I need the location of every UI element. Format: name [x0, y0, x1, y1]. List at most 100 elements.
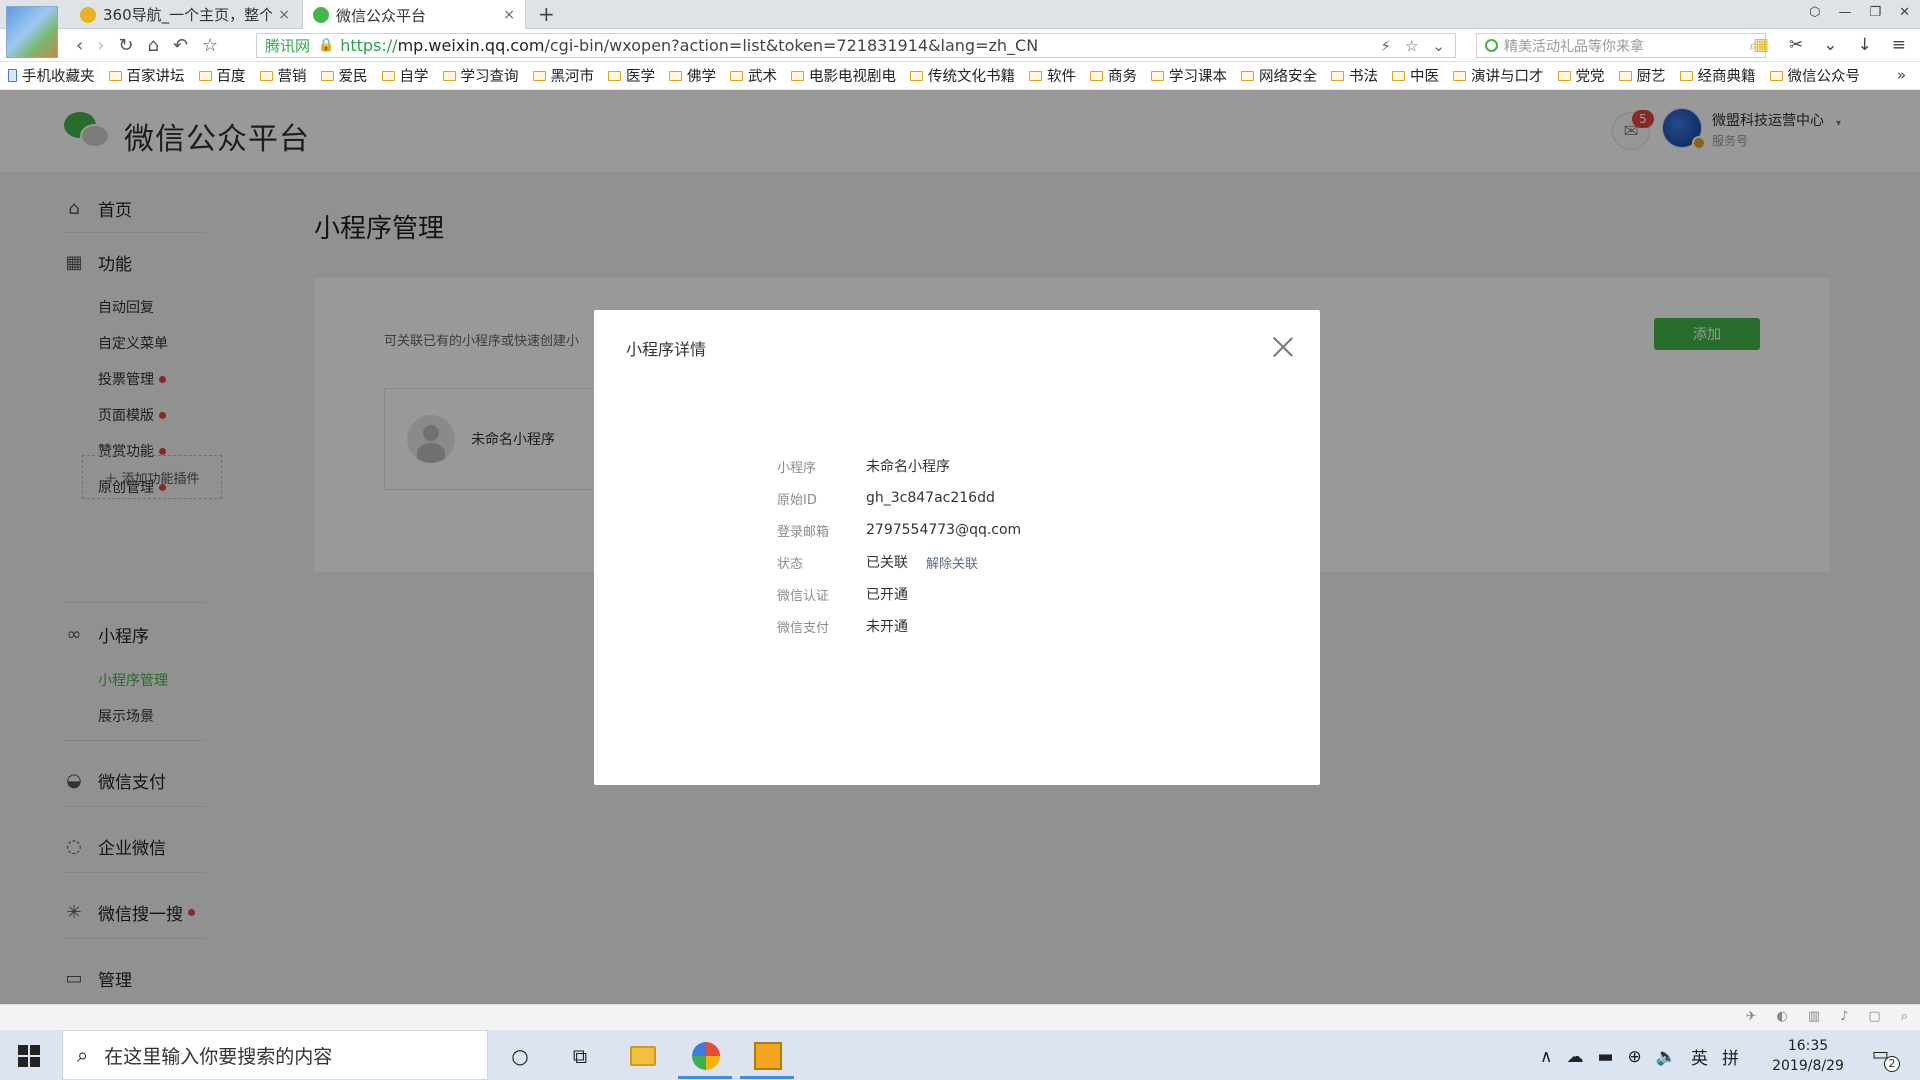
detail-value: 2797554773@qq.com [866, 522, 1022, 538]
folder-icon [730, 70, 743, 81]
undo-close-icon[interactable]: ↶ [173, 35, 188, 56]
folder-icon [1769, 70, 1783, 81]
bookmark-label: 佛学 [687, 69, 716, 85]
volume-icon[interactable]: 🔈 [1656, 1047, 1677, 1067]
bookmark-item[interactable]: 学习课本 [1151, 65, 1227, 86]
clear-icon[interactable]: ▥ [1808, 1009, 1820, 1024]
navigation-buttons: ‹ › ↻ ⌂ ↶ ☆ [76, 35, 218, 56]
new-tab-button[interactable]: + [538, 2, 555, 26]
tab-close-icon[interactable]: × [503, 7, 515, 23]
bookmark-item[interactable]: 电影电视剧电 [791, 65, 896, 86]
bookmark-item[interactable]: 百度 [198, 65, 246, 86]
bookmark-item[interactable]: 书法 [1331, 65, 1378, 86]
windows-start-icon[interactable] [18, 1045, 40, 1067]
reload-icon[interactable]: ↻ [118, 35, 133, 56]
download-icon[interactable]: ↓ [1858, 35, 1872, 55]
bookmark-item[interactable]: 传统文化书籍 [910, 65, 1015, 86]
scissors-dropdown-icon[interactable]: ⌄ [1823, 35, 1837, 55]
bookmark-item[interactable]: 演讲与口才 [1453, 65, 1544, 86]
folder-icon [442, 70, 456, 81]
apps-grid-icon[interactable]: ▦ [1753, 35, 1769, 55]
bookmark-item[interactable]: 中医 [1392, 65, 1439, 86]
bookmark-item[interactable]: 武术 [730, 65, 777, 86]
bookmark-label: 百家讲坛 [126, 69, 185, 85]
detail-value: 未开通 [866, 619, 908, 635]
bookmark-item[interactable]: 商务 [1090, 65, 1137, 86]
detail-value: 已关联 [866, 555, 908, 571]
bookmark-item[interactable]: 佛学 [669, 65, 716, 86]
minimize-icon[interactable]: — [1838, 5, 1851, 20]
bookmark-item[interactable]: 爱民 [320, 65, 368, 86]
favorite-icon[interactable]: ☆ [202, 35, 218, 56]
bookmark-item[interactable]: 百家讲坛 [108, 65, 185, 86]
folder-icon [259, 70, 273, 81]
network-icon[interactable]: ⊕ [1628, 1047, 1642, 1067]
site-verified-label[interactable]: 腾讯网 [257, 35, 318, 56]
360-browser-icon[interactable] [690, 1040, 722, 1072]
folder-icon [532, 70, 546, 81]
url-path: /cgi-bin/wxopen?action=list&token=721831… [544, 36, 1039, 55]
folder-icon [1453, 70, 1466, 81]
tab-360-navigation[interactable]: 360导航_一个主页，整个 × [70, 0, 300, 29]
file-explorer-icon[interactable] [627, 1040, 659, 1072]
detail-value: gh_3c847ac216dd [866, 490, 995, 506]
chevron-up-icon[interactable]: ∧ [1540, 1047, 1552, 1067]
battery-icon[interactable]: ▬ [1597, 1047, 1613, 1067]
menu-icon[interactable]: ≡ [1892, 35, 1906, 55]
cortana-icon[interactable]: ○ [504, 1040, 536, 1072]
bookmark-item[interactable]: 学习查询 [442, 65, 519, 86]
zoom-icon[interactable]: ⌕ [1901, 1009, 1908, 1024]
accelerate-icon[interactable]: ✈ [1746, 1009, 1757, 1024]
task-view-icon[interactable]: ⧉ [564, 1040, 596, 1072]
browser-search-input[interactable]: 精美活动礼品等你来拿 ⌕ [1476, 33, 1766, 58]
speed-mode-icon[interactable]: ⚡ [1380, 37, 1391, 55]
folder-icon [1151, 70, 1164, 81]
forward-icon[interactable]: › [97, 35, 104, 56]
bookmark-star-icon[interactable]: ☆ [1405, 37, 1418, 55]
browser-status-bar: ✈ ◐ ▥ ♪ ▢ ⌕ [0, 1004, 1920, 1030]
detail-row-wechat-pay: 微信支付 未开通 [777, 610, 1021, 642]
address-input[interactable]: 腾讯网 🔒 https://mp.weixin.qq.com/cgi-bin/w… [256, 33, 1456, 58]
detail-row-wechat-verify: 微信认证 已开通 [777, 578, 1021, 610]
taskbar-search-input[interactable]: ⌕ 在这里输入你要搜索的内容 [62, 1030, 488, 1080]
bookmark-item[interactable]: 微信公众号 [1769, 65, 1860, 86]
sound-icon[interactable]: ♪ [1840, 1009, 1848, 1024]
bookmark-item[interactable]: 黑河市 [532, 65, 594, 86]
close-window-icon[interactable]: ✕ [1899, 5, 1910, 20]
bookmark-item[interactable]: 厨艺 [1618, 65, 1666, 86]
unlink-button[interactable]: 解除关联 [926, 553, 978, 572]
tab-title: 360导航_一个主页，整个 [103, 6, 273, 24]
address-toolbar: ‹ › ↻ ⌂ ↶ ☆ 腾讯网 🔒 https://mp.weixin.qq.c… [0, 29, 1920, 62]
input-language[interactable]: 英 [1691, 1044, 1708, 1069]
bookmark-item[interactable]: 手机收藏夹 [8, 65, 95, 86]
back-icon[interactable]: ‹ [76, 35, 83, 56]
cloud-icon[interactable]: ☁ [1566, 1047, 1583, 1067]
bookmark-item[interactable]: 营销 [259, 65, 307, 86]
close-icon[interactable] [1270, 334, 1296, 360]
url-action-icons: ⚡ ☆ ⌄ [1380, 37, 1445, 55]
skin-icon[interactable]: ⬡ [1809, 5, 1820, 20]
restore-icon[interactable]: ❐ [1869, 5, 1881, 20]
detail-label: 小程序 [777, 460, 817, 476]
bookmark-item[interactable]: 医学 [608, 65, 655, 86]
bookmark-item[interactable]: 党党 [1557, 65, 1605, 86]
bookmarks-more-icon[interactable]: » [1897, 66, 1906, 84]
screenshot-scissors-icon[interactable]: ✂ [1789, 35, 1803, 55]
bookmark-label: 经商典籍 [1697, 69, 1756, 85]
tab-wechat-platform[interactable]: 微信公众平台 × [302, 0, 526, 30]
detail-label: 状态 [777, 556, 804, 572]
bookmark-item[interactable]: 经商典籍 [1679, 65, 1756, 86]
folder-icon [1331, 70, 1344, 81]
image-editor-icon[interactable] [752, 1040, 784, 1072]
bookmark-item[interactable]: 软件 [1029, 65, 1076, 86]
bookmark-item[interactable]: 网络安全 [1241, 65, 1317, 86]
protect-icon[interactable]: ◐ [1776, 1009, 1787, 1024]
url-dropdown-icon[interactable]: ⌄ [1432, 37, 1445, 55]
tab-close-icon[interactable]: × [278, 7, 290, 23]
bookmark-label: 自学 [399, 69, 429, 85]
input-method[interactable]: 拼 [1722, 1044, 1739, 1069]
taskbar-clock[interactable]: 16:35 2019/8/29 [1770, 1036, 1846, 1076]
window-icon[interactable]: ▢ [1868, 1009, 1880, 1024]
home-icon[interactable]: ⌂ [148, 35, 159, 56]
bookmark-item[interactable]: 自学 [381, 65, 429, 86]
